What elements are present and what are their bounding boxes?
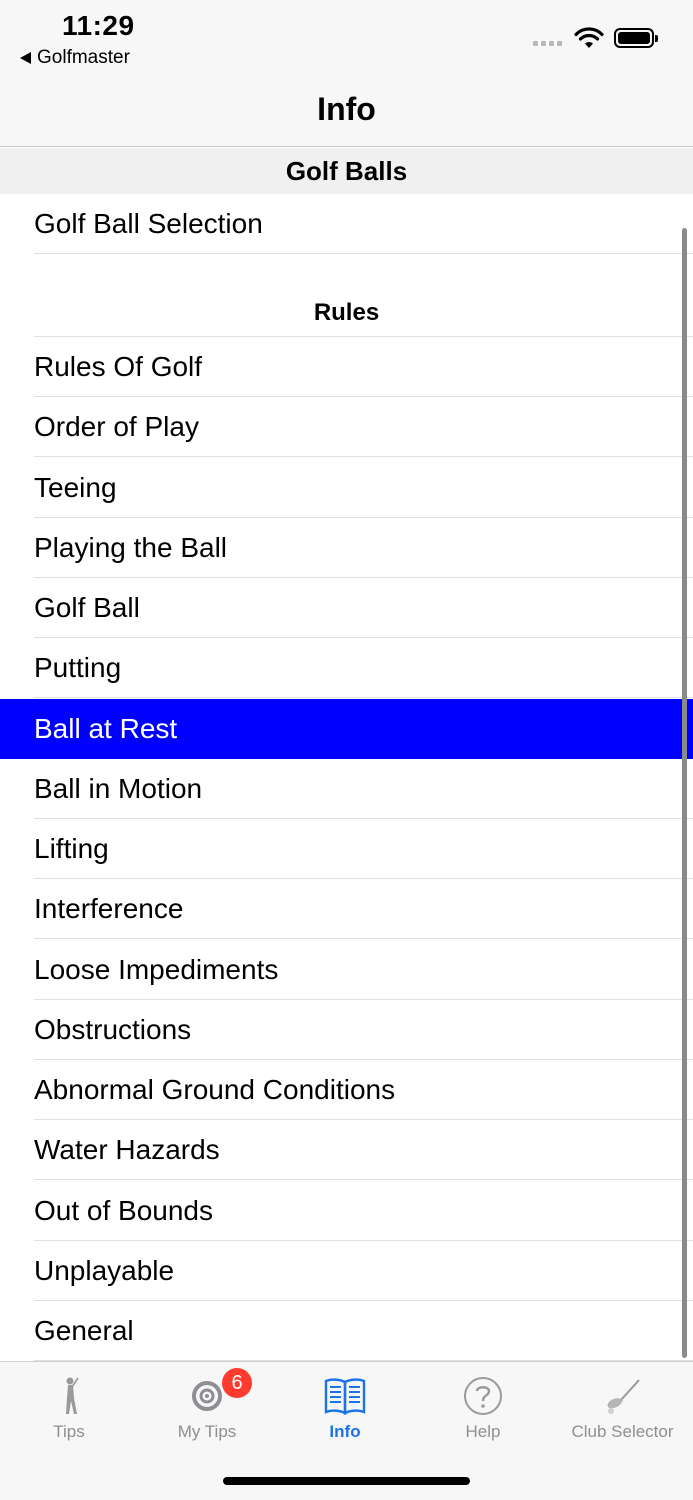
list-item-label: Loose Impediments [34,953,279,985]
list-item-label: Playing the Ball [34,531,228,563]
list-item-label: Obstructions [34,1013,192,1045]
list-item-label: Interference [34,893,184,925]
list-item-label: Ball in Motion [34,772,203,804]
list-item-label: Golf Ball Selection [34,208,263,239]
list-item-label: Putting [34,652,122,684]
list-item-rule[interactable]: Abnormal Ground Conditions [0,1060,693,1120]
battery-icon [614,28,658,48]
list-item-label: General [34,1315,134,1346]
tab-my-tips[interactable]: 6 My Tips [138,1362,276,1452]
section-header-golf-balls: Golf Balls [0,148,693,194]
list-item-label: Out of Bounds [34,1194,214,1226]
scroll-indicator[interactable] [682,228,687,1358]
golf-club-icon [607,1379,640,1414]
list-item-rule[interactable]: General [0,1301,693,1361]
page-title: Info [317,91,376,127]
list-item-golf-ball-selection[interactable]: Golf Ball Selection [0,194,693,254]
back-app-label: Golfmaster [37,47,130,68]
list-item-label: Lifting [34,833,109,864]
list-item-rule[interactable]: Water Hazards [0,1120,693,1181]
list-item-rule[interactable]: Interference [0,879,693,940]
list-item-rule[interactable]: Teeing [0,457,693,518]
golfer-icon [66,1377,79,1414]
list-item-rule[interactable]: Obstructions [0,999,693,1060]
list-item-label: Rules Of Golf [34,351,203,382]
list-item-label: Water Hazards [34,1134,220,1166]
list-item-label: Ball at Rest [34,712,178,744]
tab-help[interactable]: Help [414,1362,552,1452]
navigation-bar: Info [0,75,693,147]
notification-badge: 6 [222,1368,252,1398]
list-item-rule[interactable]: Golf Ball [0,578,693,638]
tab-info[interactable]: Info [276,1362,414,1452]
home-indicator[interactable] [223,1477,470,1485]
list-item-rule[interactable]: Ball at Rest [0,698,693,759]
book-icon [324,1378,366,1415]
list-item-rule[interactable]: Rules Of Golf [0,337,693,397]
back-triangle-icon [20,52,31,64]
list-item-label: Unplayable [34,1254,175,1286]
list-item-rule[interactable]: Ball in Motion [0,758,693,819]
list-item-rule[interactable]: Lifting [0,819,693,879]
question-icon [464,1377,502,1415]
status-time: 11:29 [62,10,135,41]
back-to-app-button[interactable]: Golfmaster [20,47,130,69]
section-header-rules: Rules [34,293,693,337]
list-item-rule[interactable]: Playing the Ball [0,517,693,578]
wifi-icon [574,27,604,48]
tab-tips[interactable]: Tips [0,1362,138,1452]
status-bar: 11:29 Golfmaster [0,0,693,75]
list-item-rule[interactable]: Putting [0,638,693,699]
list-item-rule[interactable]: Out of Bounds [0,1180,693,1241]
tab-club-selector[interactable]: Club Selector [552,1362,693,1452]
list-item-label: Teeing [34,471,117,503]
list-item-label: Golf Ball [34,592,140,623]
list-item-label: Abnormal Ground Conditions [34,1074,396,1105]
list-item-label: Order of Play [34,411,199,443]
list-item-rule[interactable]: Unplayable [0,1240,693,1301]
list-item-rule[interactable]: Order of Play [0,397,693,458]
cellular-signal-icon [533,41,562,46]
list-item-rule[interactable]: Loose Impediments [0,939,693,1000]
